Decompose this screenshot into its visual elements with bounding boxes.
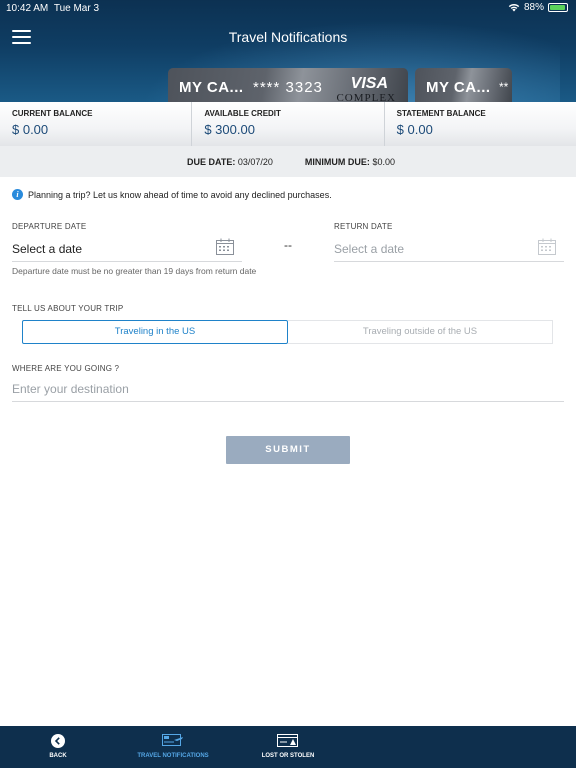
balance-summary: CURRENT BALANCE $ 0.00 AVAILABLE CREDIT … <box>0 102 576 146</box>
calendar-icon[interactable] <box>538 238 556 255</box>
card-carousel-item-2[interactable]: MY CA... ** <box>415 68 512 102</box>
status-time: 10:42 AM Tue Mar 3 <box>6 3 99 14</box>
wifi-icon <box>508 4 520 12</box>
return-date-field[interactable]: Select a date <box>334 238 564 262</box>
travel-notifications-icon <box>162 734 183 746</box>
destination-label: WHERE ARE YOU GOING ? <box>12 364 120 373</box>
minimum-due-label: MINIMUM DUE: <box>304 156 370 167</box>
submit-button[interactable]: SUBMIT <box>226 436 350 464</box>
trip-option-us[interactable]: Traveling in the US <box>22 320 288 344</box>
date-separator: -- <box>284 238 292 252</box>
destination-input[interactable]: Enter your destination <box>12 378 564 402</box>
nav-travel-notifications[interactable]: TRAVEL NOTIFICATIONS <box>133 726 213 768</box>
visa-logo: VISA <box>350 75 388 92</box>
statement-balance-label: STATEMENT BALANCE <box>396 109 486 118</box>
statement-balance: STATEMENT BALANCE $ 0.00 <box>383 102 576 146</box>
available-credit-label: AVAILABLE CREDIT <box>204 109 281 118</box>
available-credit-value: $ 300.00 <box>204 122 255 137</box>
page-title: Travel Notifications <box>228 29 348 45</box>
nav-lost-or-stolen-label: LOST OR STOLEN <box>261 753 315 759</box>
battery-percent: 88% <box>523 2 544 13</box>
card-name: MY CA... <box>179 79 244 96</box>
info-text: Planning a trip? Let us know ahead of ti… <box>28 189 332 200</box>
battery-icon <box>548 3 568 12</box>
status-time-text: 10:42 AM <box>6 3 49 14</box>
card-number: **** 3323 <box>253 79 323 96</box>
status-indicators: 88% <box>508 2 568 13</box>
calendar-icon[interactable] <box>216 238 234 255</box>
status-date-text: Tue Mar 3 <box>53 3 100 14</box>
nav-back-label: BACK <box>49 753 67 759</box>
nav-back[interactable]: BACK <box>38 726 78 768</box>
minimum-due: MINIMUM DUE: $0.00 <box>305 157 395 167</box>
statement-balance-value: $ 0.00 <box>396 122 433 137</box>
card-carousel-item-1[interactable]: MY CA... **** 3323 VISA COMPLEX <box>168 68 408 102</box>
destination-placeholder: Enter your destination <box>12 382 129 396</box>
minimum-due-value: $0.00 <box>372 156 395 167</box>
trip-type-label: TELL US ABOUT YOUR TRIP <box>12 304 124 313</box>
bottom-nav: BACK TRAVEL NOTIFICATIONS LOST OR STOLEN <box>0 726 576 768</box>
lost-or-stolen-icon <box>277 734 298 747</box>
card-sub-brand: COMPLEX <box>336 92 396 102</box>
date-hint: Departure date must be no greater than 1… <box>12 266 257 276</box>
due-date-value: 03/07/20 <box>237 156 273 167</box>
header: 10:42 AM Tue Mar 3 88% Travel Notificati… <box>0 0 576 102</box>
nav-lost-or-stolen[interactable]: LOST OR STOLEN <box>250 726 326 768</box>
info-icon: i <box>12 189 23 200</box>
current-balance: CURRENT BALANCE $ 0.00 <box>0 102 191 146</box>
departure-date-value: Select a date <box>12 242 83 256</box>
status-bar: 10:42 AM Tue Mar 3 88% <box>0 0 576 16</box>
trip-option-international[interactable]: Traveling outside of the US <box>288 320 553 344</box>
current-balance-label: CURRENT BALANCE <box>12 109 93 118</box>
card-name: MY CA... <box>426 79 491 96</box>
nav-travel-notifications-label: TRAVEL NOTIFICATIONS <box>137 753 209 759</box>
return-date-label: RETURN DATE <box>334 222 393 231</box>
due-date-label: DUE DATE: <box>187 156 236 167</box>
departure-date-field[interactable]: Select a date <box>12 238 242 262</box>
info-banner: i Planning a trip? Let us know ahead of … <box>12 189 332 200</box>
departure-date-label: DEPARTURE DATE <box>12 222 87 231</box>
available-credit: AVAILABLE CREDIT $ 300.00 <box>191 102 383 146</box>
return-date-placeholder: Select a date <box>334 242 405 256</box>
card-number: ** <box>499 80 509 94</box>
due-summary: DUE DATE: 03/07/20 MINIMUM DUE: $0.00 <box>0 146 576 177</box>
due-date: DUE DATE: 03/07/20 <box>187 157 273 167</box>
back-icon <box>51 734 65 748</box>
current-balance-value: $ 0.00 <box>12 122 49 137</box>
